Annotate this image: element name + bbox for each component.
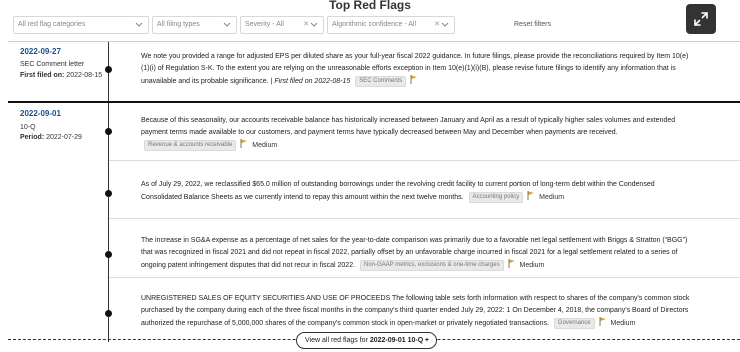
flag-icon (410, 75, 418, 84)
filing-type-filter-label: All filing types (157, 21, 200, 28)
category-tag[interactable]: Governance (553, 318, 595, 329)
flag-icon (527, 191, 535, 200)
expand-arrows-icon (694, 12, 708, 26)
category-filter-label: All red flag categories (18, 21, 86, 28)
category-tag[interactable]: Non-GAAP metrics, exclusions & one-time … (359, 260, 504, 271)
category-filter[interactable]: All red flag categories (13, 16, 149, 34)
severity-label: Medium (252, 142, 278, 149)
view-all-red-flags-button[interactable]: View all red flags for 2022-09-01 10-Q + (296, 332, 437, 349)
red-flag-item[interactable]: Because of this seasonality, our account… (141, 115, 696, 152)
timeline-dot (105, 251, 112, 258)
flag-icon (599, 317, 606, 326)
severity-label: Medium (539, 194, 565, 201)
group-meta-value: 2022-07-29 (46, 134, 82, 141)
severity-label: Medium (610, 320, 636, 327)
chevron-down-icon (223, 17, 233, 33)
group-meta: First filed on: 2022-08-15 (20, 72, 102, 79)
timeline-dot (105, 310, 112, 317)
clear-x-icon[interactable]: ✕ (434, 17, 440, 33)
plus-icon: + (424, 337, 429, 344)
flag-icon (240, 139, 248, 148)
group-date[interactable]: 2022-09-01 (20, 109, 61, 118)
filter-bar: All red flag categories All filing types… (13, 16, 455, 34)
group-meta-value: 2022-08-15 (66, 72, 103, 79)
group-date[interactable]: 2022-09-27 (20, 47, 61, 56)
filing-type-filter[interactable]: All filing types (152, 16, 237, 34)
red-flag-text: As of July 29, 2022, we reclassified $65… (141, 181, 655, 201)
group-filing-type: 10-Q (20, 124, 36, 131)
red-flag-text: Because of this seasonality, our account… (141, 117, 676, 136)
category-tag[interactable]: Accounting policy (468, 192, 524, 203)
first-filed-note: | First filed on 2022-08-15 (270, 78, 351, 85)
timeline-dot (105, 66, 112, 73)
group-filing-type: SEC Comment letter (20, 61, 85, 68)
category-tag[interactable]: Revenue & accounts receivable (144, 140, 237, 151)
red-flag-item[interactable]: UNREGISTERED SALES OF EQUITY SECURITIES … (141, 293, 696, 330)
red-flag-item[interactable]: The increase in SG&A expense as a percen… (141, 235, 696, 272)
red-flag-item[interactable]: As of July 29, 2022, we reclassified $65… (141, 179, 696, 204)
group-meta-label: First filed on: (20, 72, 65, 79)
expand-button[interactable] (686, 4, 716, 34)
confidence-filter[interactable]: Algorithmic confidence - All ✕ (327, 16, 455, 34)
group-divider (8, 101, 740, 103)
group-meta-label: Period: (20, 134, 45, 141)
flag-icon (508, 259, 515, 268)
page-title: Top Red Flags (329, 0, 411, 12)
chevron-down-icon (310, 17, 320, 33)
red-flag-text: UNREGISTERED SALES OF EQUITY SECURITIES … (141, 295, 690, 327)
view-all-target: 2022-09-01 10-Q (369, 337, 424, 344)
red-flag-item[interactable]: We note you provided a range for adjuste… (141, 51, 696, 88)
timeline-dot (105, 190, 112, 197)
view-all-prefix: View all red flags for (305, 337, 368, 344)
item-divider (109, 218, 740, 219)
clear-x-icon[interactable]: ✕ (303, 17, 309, 33)
confidence-filter-label: Algorithmic confidence - All (332, 21, 417, 28)
severity-label: Medium (519, 262, 545, 269)
item-divider (109, 277, 740, 278)
item-divider (109, 160, 740, 161)
chevron-down-icon (135, 17, 145, 33)
filter-divider (8, 41, 740, 42)
severity-filter-label: Severity - All (245, 21, 284, 28)
timeline-dot (105, 128, 112, 135)
group-meta: Period: 2022-07-29 (20, 134, 82, 141)
category-tag[interactable]: SEC Comments (355, 76, 407, 87)
chevron-down-icon (441, 17, 451, 33)
reset-filters-link[interactable]: Reset filters (514, 16, 551, 34)
severity-filter[interactable]: Severity - All ✕ (240, 16, 324, 34)
